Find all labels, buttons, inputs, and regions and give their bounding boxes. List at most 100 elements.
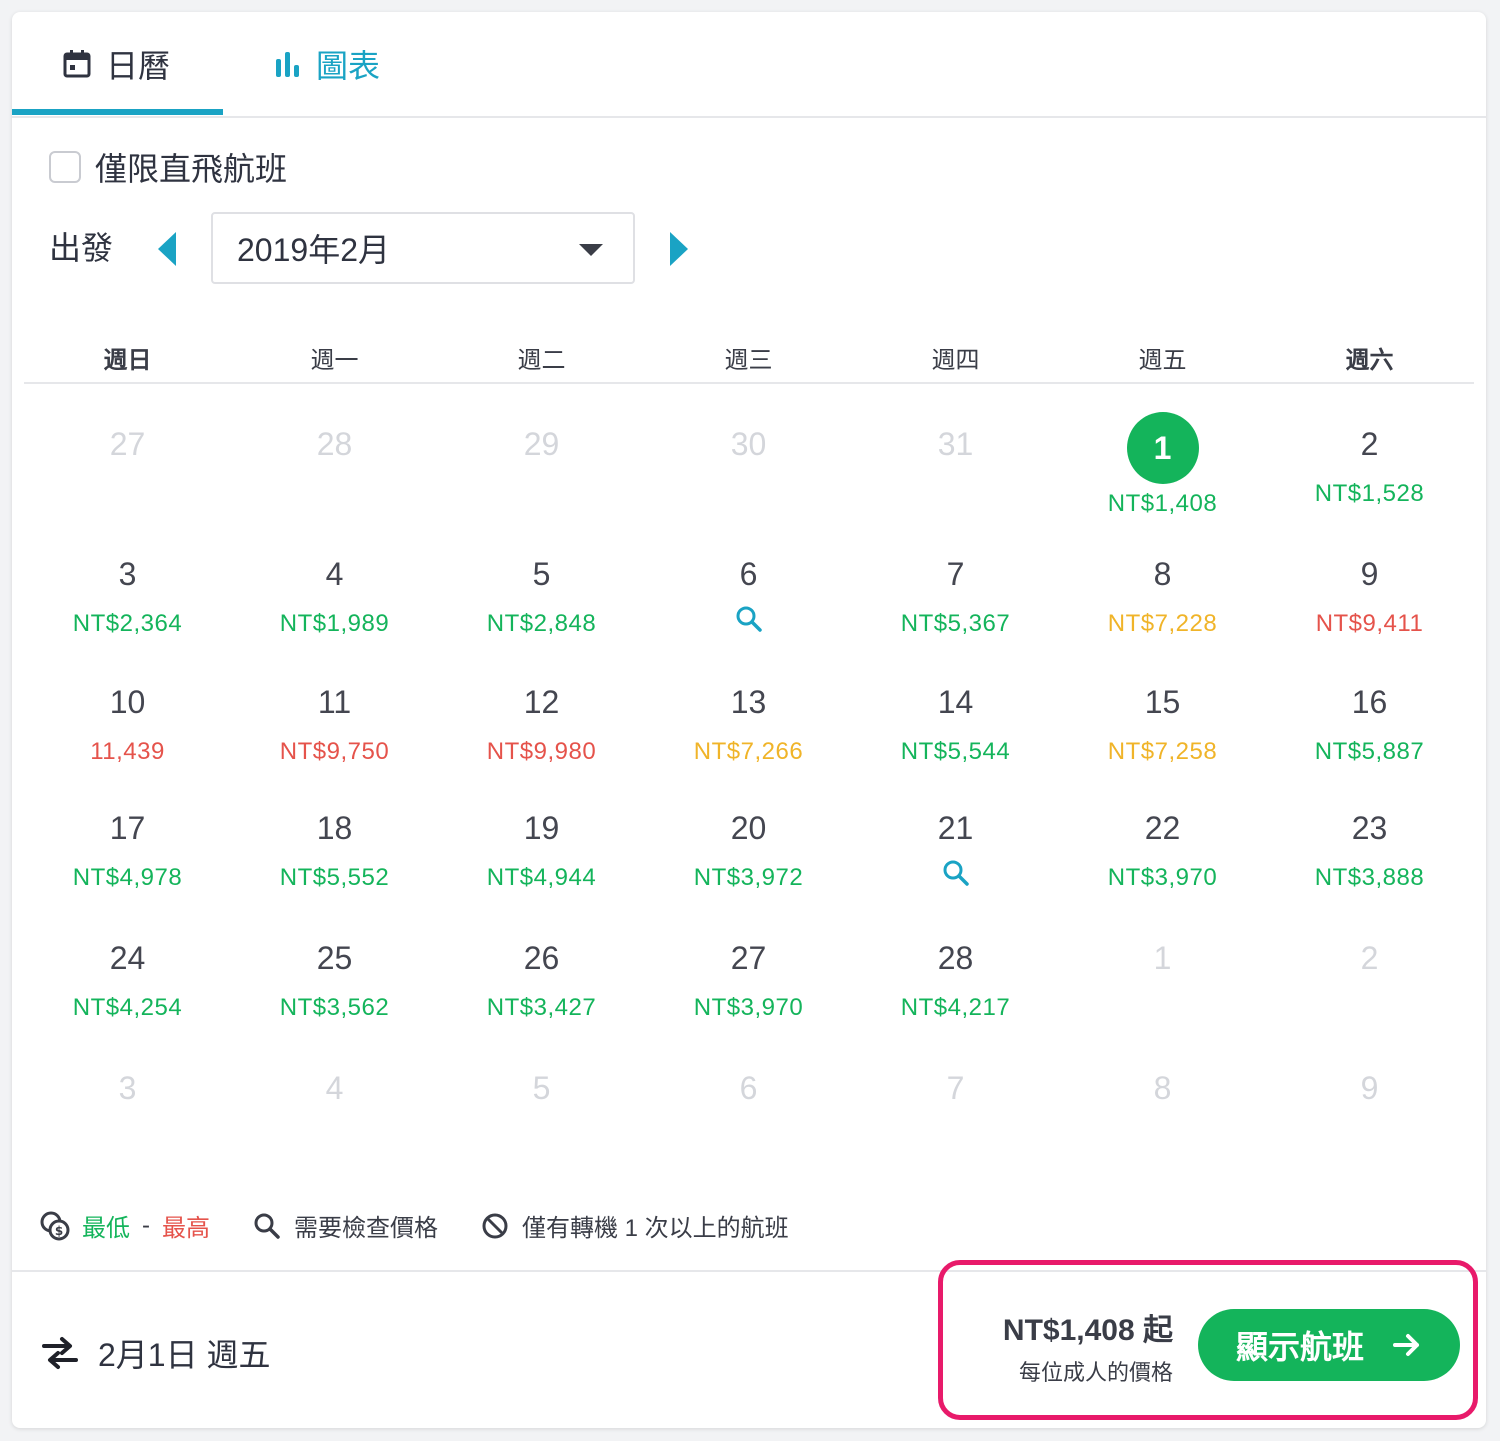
legend-dash: - — [142, 1211, 150, 1239]
day-price: 11,439 — [90, 738, 165, 765]
calendar-day[interactable]: 15 NT$7,258 — [1059, 660, 1266, 780]
day-price: NT$4,978 — [72, 864, 183, 891]
calendar-day[interactable]: 28 NT$4,217 — [852, 916, 1059, 1036]
day-number: 14 — [937, 684, 974, 720]
day-number: 4 — [325, 556, 344, 592]
calendar-day: 27 — [24, 402, 231, 522]
tab-calendar[interactable]: 日曆 — [62, 12, 170, 116]
triangle-left-icon[interactable] — [158, 232, 176, 266]
calendar-day[interactable]: 11 NT$9,750 — [231, 660, 438, 780]
tab-chart[interactable]: 圖表 — [274, 12, 380, 116]
day-number: 8 — [1153, 556, 1172, 592]
show-flights-button[interactable]: 顯示航班 — [1198, 1309, 1460, 1381]
calendar-day: 5 — [438, 1046, 645, 1166]
day-number: 6 — [739, 1070, 758, 1106]
calendar-day[interactable]: 24 NT$4,254 — [24, 916, 231, 1036]
day-price: NT$2,364 — [72, 610, 183, 637]
calendar-day[interactable]: 20 NT$3,972 — [645, 786, 852, 906]
day-number: 30 — [730, 426, 767, 462]
calendar-day: 9 — [1266, 1046, 1473, 1166]
calendar-day[interactable]: 6 — [645, 532, 852, 652]
selected-date-label: 2月1日 週五 — [98, 1337, 271, 1373]
calendar-day[interactable]: 21 — [852, 786, 1059, 906]
direct-only-label: 僅限直飛航班 — [95, 151, 288, 187]
day-number: 31 — [937, 426, 974, 462]
day-price: NT$9,750 — [279, 738, 390, 765]
selected-date: 2月1日 週五 — [40, 1330, 271, 1376]
month-select[interactable]: 2019年2月 — [211, 212, 635, 284]
day-number: 27 — [730, 940, 767, 976]
calendar-day[interactable]: 22 NT$3,970 — [1059, 786, 1266, 906]
calendar-day[interactable]: 9 NT$9,411 — [1266, 532, 1473, 652]
calendar-day[interactable]: 8 NT$7,228 — [1059, 532, 1266, 652]
day-number: 10 — [109, 684, 146, 720]
calendar-day: 6 — [645, 1046, 852, 1166]
month-select-value: 2019年2月 — [237, 232, 390, 268]
weekday-label: 週二 — [517, 347, 566, 374]
day-price: NT$4,217 — [900, 994, 1011, 1021]
price-range-icon: $ — [40, 1211, 70, 1240]
calendar-day: 29 — [438, 402, 645, 522]
day-number: 26 — [523, 940, 560, 976]
calendar-day[interactable]: 12 NT$9,980 — [438, 660, 645, 780]
calendar-day-selected[interactable]: 1 NT$1,408 — [1059, 402, 1266, 522]
day-number: 4 — [325, 1070, 344, 1106]
calendar-day[interactable]: 3 NT$2,364 — [24, 532, 231, 652]
day-number: 28 — [316, 426, 353, 462]
day-price: NT$1,408 — [1107, 490, 1218, 517]
calendar-day[interactable]: 2 NT$1,528 — [1266, 402, 1473, 522]
day-price: NT$5,552 — [279, 864, 390, 891]
day-number: 20 — [730, 810, 767, 846]
calendar-day: 4 — [231, 1046, 438, 1166]
calendar-day[interactable]: 26 NT$3,427 — [438, 916, 645, 1036]
day-number: 6 — [739, 556, 758, 592]
day-number: 27 — [109, 426, 146, 462]
weekday-label: 週一 — [310, 347, 359, 374]
calendar-day[interactable]: 14 NT$5,544 — [852, 660, 1059, 780]
legend-highest: 最高 — [162, 1215, 210, 1242]
triangle-right-icon[interactable] — [670, 232, 688, 266]
day-price: NT$4,944 — [486, 864, 597, 891]
day-price: NT$3,972 — [693, 864, 804, 891]
legend-lowest: 最低 — [82, 1215, 130, 1242]
calendar-day: 28 — [231, 402, 438, 522]
arrow-right-icon — [1393, 1334, 1419, 1356]
calendar-day[interactable]: 16 NT$5,887 — [1266, 660, 1473, 780]
day-number: 3 — [118, 556, 137, 592]
day-number: 15 — [1144, 684, 1181, 720]
calendar-day[interactable]: 7 NT$5,367 — [852, 532, 1059, 652]
day-number: 23 — [1351, 810, 1388, 846]
search-icon — [254, 1213, 280, 1239]
flight-transfer-icon — [42, 1337, 78, 1369]
calendar-day[interactable]: 10 11,439 — [24, 660, 231, 780]
day-number: 1 — [1153, 940, 1172, 976]
search-icon[interactable] — [734, 604, 764, 634]
direct-only-filter[interactable]: 僅限直飛航班 — [49, 144, 287, 190]
day-number: 17 — [109, 810, 146, 846]
price-cta-highlight: NT$1,408 起 每位成人的價格 顯示航班 — [938, 1260, 1478, 1420]
calendar-day: 30 — [645, 402, 852, 522]
calendar-day[interactable]: 5 NT$2,848 — [438, 532, 645, 652]
direct-only-checkbox[interactable] — [49, 151, 81, 183]
bar-chart-icon — [276, 52, 299, 77]
calendar-day: 3 — [24, 1046, 231, 1166]
day-number: 3 — [118, 1070, 137, 1106]
day-number: 29 — [523, 426, 560, 462]
weekday-label: 週日 — [103, 347, 152, 374]
calendar-day[interactable]: 19 NT$4,944 — [438, 786, 645, 906]
legend-check-price: 需要檢查價格 — [294, 1215, 438, 1242]
calendar-day[interactable]: 25 NT$3,562 — [231, 916, 438, 1036]
search-icon[interactable] — [941, 858, 971, 888]
calendar-day[interactable]: 23 NT$3,888 — [1266, 786, 1473, 906]
calendar-day[interactable]: 4 NT$1,989 — [231, 532, 438, 652]
day-price: NT$3,562 — [279, 994, 390, 1021]
calendar-day[interactable]: 17 NT$4,978 — [24, 786, 231, 906]
calendar-day[interactable]: 13 NT$7,266 — [645, 660, 852, 780]
day-number: 9 — [1360, 1070, 1379, 1106]
calendar-day[interactable]: 27 NT$3,970 — [645, 916, 852, 1036]
day-number: 11 — [317, 684, 352, 720]
day-number: 24 — [109, 940, 146, 976]
prohibited-icon — [482, 1213, 508, 1238]
legend-transfer-only: 僅有轉機 1 次以上的航班 — [522, 1215, 789, 1242]
calendar-day[interactable]: 18 NT$5,552 — [231, 786, 438, 906]
